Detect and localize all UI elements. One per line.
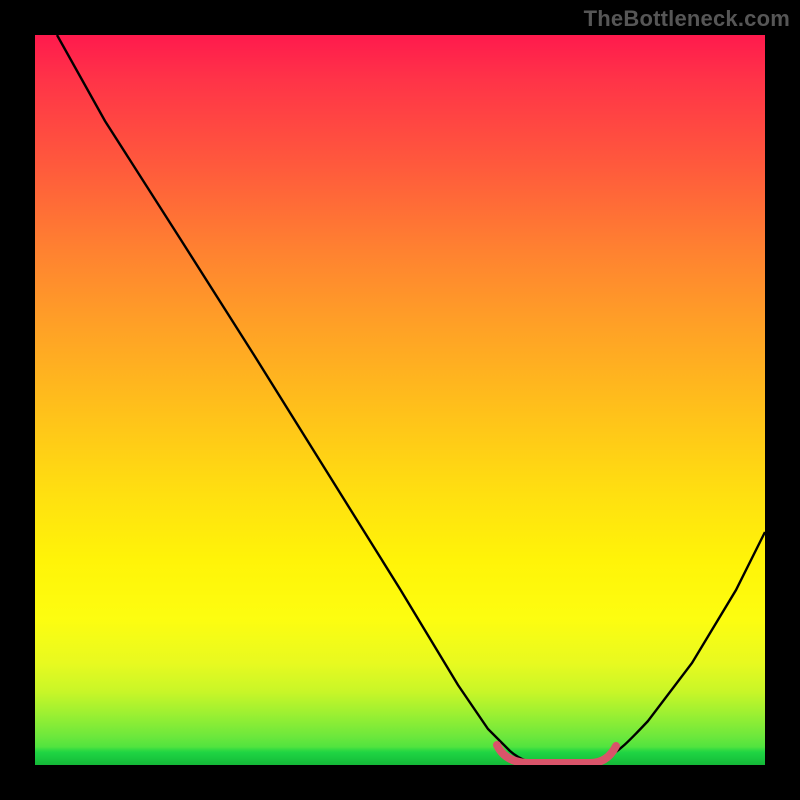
chart-svg <box>35 35 765 765</box>
plot-area <box>35 35 765 765</box>
bottleneck-curve <box>57 35 765 765</box>
watermark-text: TheBottleneck.com <box>584 6 790 32</box>
